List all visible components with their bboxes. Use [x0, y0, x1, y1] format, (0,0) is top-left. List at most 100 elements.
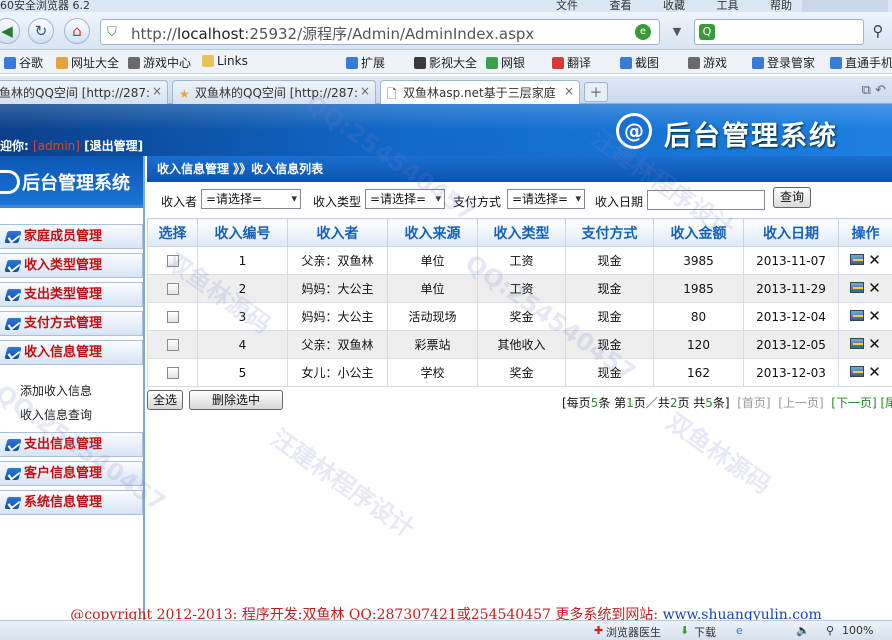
menu-file[interactable]: 文件 [556, 0, 578, 12]
sidebar-item-income-info[interactable]: 收入信息管理 [0, 340, 143, 365]
last-page-link[interactable]: [尾页 [880, 396, 892, 410]
zoom-level[interactable]: 100% [842, 624, 873, 637]
back-button[interactable]: ◀ [0, 18, 20, 44]
tab-tools[interactable]: ⧉ ↶ [862, 83, 886, 98]
payer-label: 收入者 [161, 195, 198, 209]
menu-favorites[interactable]: 收藏 [663, 0, 685, 12]
cell-source: 单位 [387, 246, 478, 275]
pay-select[interactable]: =请选择= [507, 189, 585, 209]
cell-date: 2013-12-03 [743, 358, 839, 387]
sidebar-item-expense-types[interactable]: 支出类型管理 [0, 282, 143, 307]
menu-tools[interactable]: 工具 [717, 0, 739, 12]
fav-links[interactable]: Links [202, 54, 248, 68]
edit-icon[interactable] [850, 253, 865, 265]
search-button[interactable]: ⚲ [866, 19, 890, 45]
delete-selected-button[interactable]: 删除选中 [189, 390, 283, 410]
cell-payer: 父亲：双鱼林 [287, 330, 388, 359]
window-buttons[interactable] [802, 0, 888, 12]
submenu-add-income[interactable]: 添加收入信息 [20, 382, 92, 399]
menu-help[interactable]: 帮助 [770, 0, 792, 12]
cell-amount: 3985 [653, 246, 744, 275]
close-tab-icon[interactable]: × [152, 84, 162, 98]
fav-translate[interactable]: 翻译 [552, 54, 591, 71]
fav-screenshot[interactable]: 截图 [620, 54, 659, 71]
row-checkbox[interactable] [166, 311, 179, 323]
address-dropdown[interactable]: ▼ [666, 19, 688, 45]
address-bar[interactable]: ⛉ http://localhost:25932/源程序/Admin/Admin… [100, 19, 660, 45]
fav-login-manager[interactable]: 登录管家 [752, 54, 815, 71]
col-payer: 收入者 [287, 218, 388, 247]
edit-icon[interactable] [850, 365, 865, 377]
col-date: 收入日期 [743, 218, 839, 247]
cell-source: 学校 [387, 358, 478, 387]
delete-icon[interactable]: ✕ [868, 364, 881, 379]
sidebar-item-expense-info[interactable]: 支出信息管理 [0, 432, 143, 457]
fav-video[interactable]: 影视大全 [414, 54, 477, 71]
income-submenu: 添加收入信息 收入信息查询 [0, 378, 143, 434]
zoom-icon[interactable]: ⚲ [826, 624, 834, 637]
fav-extensions[interactable]: 扩展 [346, 54, 385, 71]
next-page-link[interactable]: [下一页] [831, 396, 876, 410]
row-checkbox[interactable] [166, 367, 179, 379]
sidebar-item-family-members[interactable]: 家庭成员管理 [0, 224, 143, 249]
cell-type: 奖金 [477, 302, 566, 331]
cell-pay: 现金 [565, 302, 654, 331]
cell-amount: 80 [653, 302, 744, 331]
refresh-button[interactable]: ↻ [28, 18, 54, 44]
search-input[interactable]: Q [694, 19, 864, 45]
volume-icon[interactable]: 🔈 [796, 624, 810, 637]
favorites-bar: 谷歌 网址大全 游戏中心 Links 扩展 影视大全 网银 翻译 截图 游戏 登… [0, 50, 892, 74]
menu-view[interactable]: 查看 [610, 0, 632, 12]
delete-icon[interactable]: ✕ [868, 336, 881, 351]
bank-icon [486, 57, 498, 69]
delete-icon[interactable]: ✕ [868, 308, 881, 323]
submenu-query-income[interactable]: 收入信息查询 [20, 406, 92, 423]
edit-icon[interactable] [850, 281, 865, 293]
address-url[interactable]: http://localhost:25932/源程序/Admin/AdminIn… [131, 23, 534, 44]
fav-hao123[interactable]: 网址大全 [56, 54, 119, 71]
sidebar: 后台管理系统 家庭成员管理 收入类型管理 支出类型管理 支付方式管理 收入信息管… [0, 156, 145, 620]
close-tab-icon[interactable]: × [564, 84, 574, 98]
undo-icon[interactable]: ↶ [875, 83, 886, 98]
restore-tab-icon[interactable]: ⧉ [862, 83, 871, 98]
sidebar-item-income-types[interactable]: 收入类型管理 [0, 253, 143, 278]
select-all-button[interactable]: 全选 [147, 390, 183, 410]
tab-admin[interactable]: 🗋 双鱼林asp.net基于三层家庭 × [380, 80, 580, 104]
download-button[interactable]: 下载 [694, 624, 716, 640]
type-select[interactable]: =请选择= [365, 189, 445, 209]
fav-game-center[interactable]: 游戏中心 [128, 54, 191, 71]
fav-google[interactable]: 谷歌 [4, 54, 43, 71]
gamepad-icon [688, 57, 700, 69]
logout-link[interactable]: [退出管理] [84, 139, 143, 153]
payer-select[interactable]: =请选择= [201, 189, 301, 209]
ie-mode-icon[interactable]: e [635, 24, 651, 40]
sidebar-item-system-info[interactable]: 系统信息管理 [0, 490, 143, 515]
tab-qq-space-2[interactable]: ★ 双鱼林的QQ空间 [http://287: × [172, 80, 376, 104]
sidebar-item-customer-info[interactable]: 客户信息管理 [0, 461, 143, 486]
delete-icon[interactable]: ✕ [868, 252, 881, 267]
pager: [每页5条 第1页／共2页 共5条] [首页] [上一页] [下一页] [尾页 [562, 394, 892, 411]
ie-icon[interactable]: e [736, 624, 743, 637]
edit-icon[interactable] [850, 309, 865, 321]
delete-icon[interactable]: ✕ [868, 280, 881, 295]
fav-games[interactable]: 游戏 [688, 54, 727, 71]
tab-qq-space-1[interactable]: 鱼林的QQ空间 [http://287: × [0, 80, 168, 104]
fav-phone[interactable]: 直通手机 [830, 54, 892, 71]
doctor-icon[interactable]: ✚ [594, 624, 603, 637]
browser-doctor[interactable]: 浏览器医生 [606, 624, 661, 640]
sidebar-item-payment-methods[interactable]: 支付方式管理 [0, 311, 143, 336]
date-input[interactable] [647, 190, 765, 210]
search-engine-icon[interactable]: Q [699, 24, 715, 40]
home-button[interactable]: ⌂ [64, 18, 90, 44]
query-button[interactable]: 查询 [773, 187, 811, 208]
new-tab-button[interactable]: + [584, 82, 608, 102]
row-checkbox[interactable] [166, 283, 179, 295]
fav-bank[interactable]: 网银 [486, 54, 525, 71]
date-label: 收入日期 [595, 195, 644, 209]
row-checkbox[interactable] [166, 255, 179, 267]
table-row: 4 父亲：双鱼林 彩票站 其他收入 现金 120 2013-12-05 ✕ [147, 330, 892, 359]
download-icon[interactable]: ⬇ [680, 624, 689, 637]
edit-icon[interactable] [850, 337, 865, 349]
row-checkbox[interactable] [166, 339, 179, 351]
close-tab-icon[interactable]: × [360, 84, 370, 98]
